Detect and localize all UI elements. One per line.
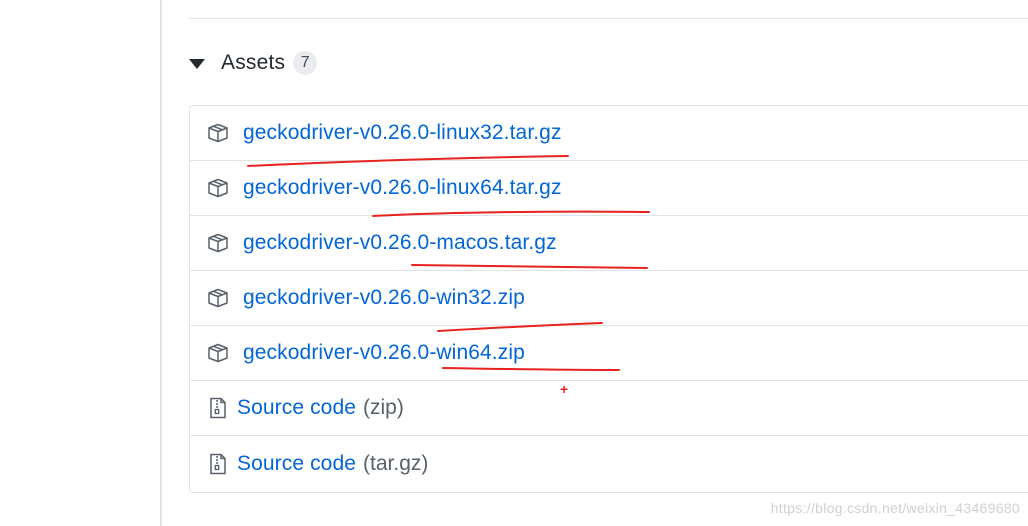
asset-row: Source code (tar.gz) <box>190 436 1028 491</box>
package-icon <box>206 177 230 199</box>
asset-link-win64[interactable]: geckodriver-v0.26.0-win64.zip <box>243 341 525 365</box>
asset-link-win32[interactable]: geckodriver-v0.26.0-win32.zip <box>243 286 525 310</box>
asset-row: geckodriver-v0.26.0-linux32.tar.gz <box>190 106 1028 161</box>
asset-row: geckodriver-v0.26.0-linux64.tar.gz <box>190 161 1028 216</box>
release-page: Assets 7 geckodriver-v0.26.0-linux32.tar… <box>0 0 1028 526</box>
source-code-targz-link[interactable]: Source code <box>237 452 356 476</box>
sidebar-divider <box>160 0 162 526</box>
assets-count-badge: 7 <box>293 51 318 75</box>
source-code-zip-link[interactable]: Source code <box>237 396 356 420</box>
package-icon <box>206 342 230 364</box>
asset-row: geckodriver-v0.26.0-macos.tar.gz <box>190 216 1028 271</box>
asset-row: Source code (zip) <box>190 381 1028 436</box>
watermark: https://blog.csdn.net/weixin_43469680 <box>770 500 1020 516</box>
source-format-label: (tar.gz) <box>363 451 429 475</box>
asset-link-linux64[interactable]: geckodriver-v0.26.0-linux64.tar.gz <box>243 176 562 200</box>
file-zip-icon <box>206 397 230 419</box>
package-icon <box>206 287 230 309</box>
assets-title: Assets <box>221 51 286 74</box>
asset-row: geckodriver-v0.26.0-win64.zip <box>190 326 1028 381</box>
section-divider <box>189 18 1028 19</box>
assets-toggle[interactable]: Assets 7 <box>189 48 318 78</box>
package-icon <box>206 122 230 144</box>
asset-row: geckodriver-v0.26.0-win32.zip <box>190 271 1028 326</box>
package-icon <box>206 232 230 254</box>
source-format-label: (zip) <box>363 396 404 419</box>
file-zip-icon <box>206 453 230 475</box>
assets-list: geckodriver-v0.26.0-linux32.tar.gz gecko… <box>189 105 1028 493</box>
asset-link-macos[interactable]: geckodriver-v0.26.0-macos.tar.gz <box>243 231 557 255</box>
caret-down-icon <box>189 59 205 69</box>
asset-link-linux32[interactable]: geckodriver-v0.26.0-linux32.tar.gz <box>243 121 562 145</box>
